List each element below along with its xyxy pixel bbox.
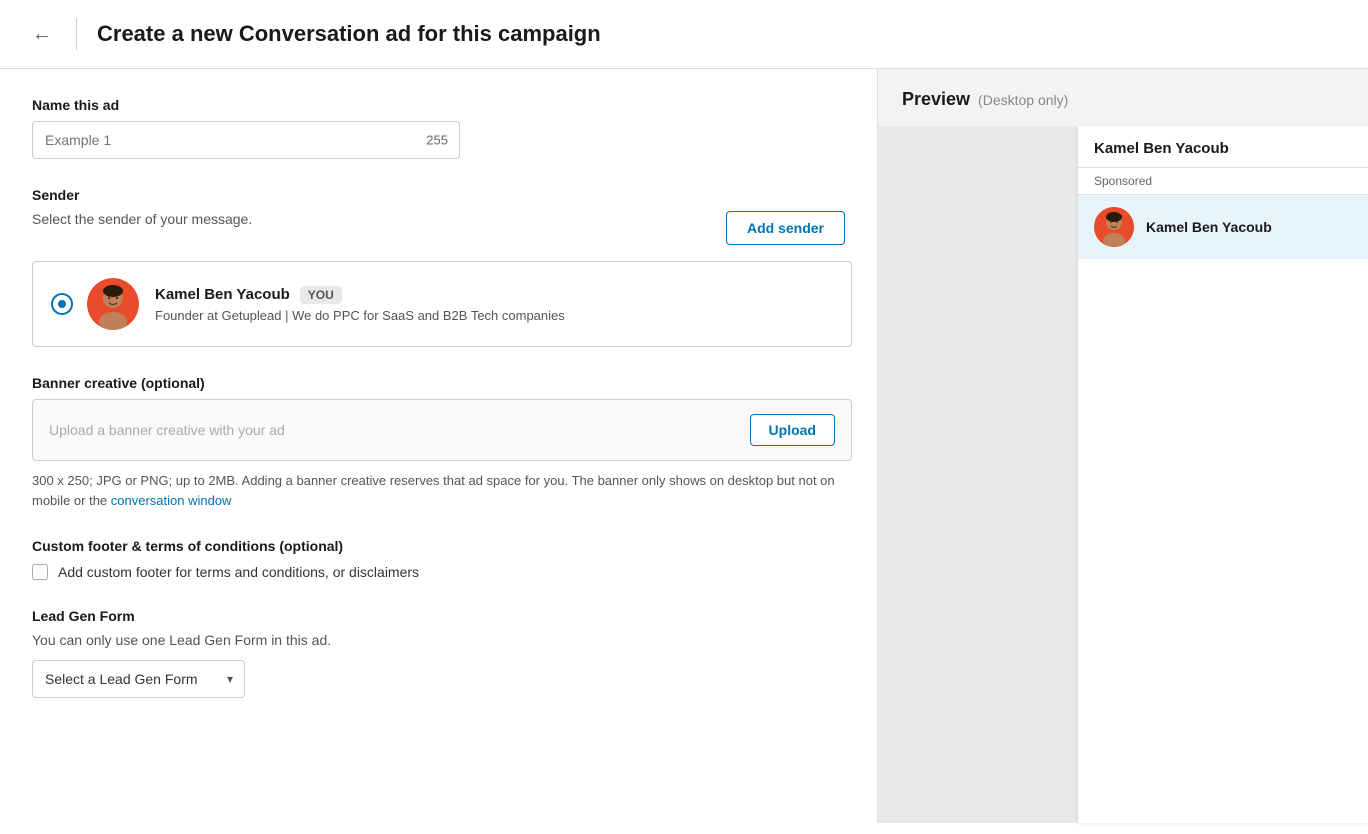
upload-box: Upload a banner creative with your ad Up… xyxy=(32,399,852,461)
lead-gen-label: Lead Gen Form xyxy=(32,608,845,624)
header: ← Create a new Conversation ad for this … xyxy=(0,0,1368,69)
sender-info: Kamel Ben Yacoub YOU Founder at Getuplea… xyxy=(155,286,831,323)
sender-name: Kamel Ben Yacoub xyxy=(155,286,290,303)
preview-sender-name: Kamel Ben Yacoub xyxy=(1146,219,1272,235)
page-title: Create a new Conversation ad for this ca… xyxy=(97,21,601,47)
upload-hint: 300 x 250; JPG or PNG; up to 2MB. Adding… xyxy=(32,471,845,510)
preview-card: Kamel Ben Yacoub Sponsored xyxy=(1078,126,1368,823)
conversation-window-link[interactable]: conversation window xyxy=(111,493,232,508)
sender-description: Select the sender of your message. xyxy=(32,211,252,227)
banner-section: Banner creative (optional) Upload a bann… xyxy=(32,375,845,510)
sender-avatar xyxy=(87,278,139,330)
sender-section: Sender Select the sender of your message… xyxy=(32,187,845,347)
sender-label: Sender xyxy=(32,187,845,203)
sender-name-row: Kamel Ben Yacoub YOU xyxy=(155,286,831,304)
name-input[interactable] xyxy=(32,121,460,159)
sender-title: Founder at Getuplead | We do PPC for Saa… xyxy=(155,308,831,323)
name-section: Name this ad 255 xyxy=(32,97,845,159)
main-layout: Name this ad 255 Sender Select the sende… xyxy=(0,69,1368,823)
preview-panel: Preview (Desktop only) Kamel Ben Yacoub … xyxy=(878,69,1368,823)
banner-label: Banner creative (optional) xyxy=(32,375,845,391)
sender-row: Select the sender of your message. Add s… xyxy=(32,211,845,245)
footer-section: Custom footer & terms of conditions (opt… xyxy=(32,538,845,580)
preview-title: Preview xyxy=(902,89,970,110)
checkbox-label: Add custom footer for terms and conditio… xyxy=(58,564,419,580)
name-label: Name this ad xyxy=(32,97,845,113)
upload-button[interactable]: Upload xyxy=(750,414,835,446)
checkbox-row: Add custom footer for terms and conditio… xyxy=(32,564,845,580)
preview-card-header: Kamel Ben Yacoub xyxy=(1078,126,1368,168)
preview-sponsored: Sponsored xyxy=(1078,168,1368,195)
preview-content: Kamel Ben Yacoub Sponsored xyxy=(878,126,1368,823)
lead-gen-description: You can only use one Lead Gen Form in th… xyxy=(32,632,845,648)
preview-subtitle: (Desktop only) xyxy=(978,92,1068,108)
char-count: 255 xyxy=(426,133,448,148)
form-panel: Name this ad 255 Sender Select the sende… xyxy=(0,69,878,823)
lead-gen-select-wrapper: Select a Lead Gen Form ▾ xyxy=(32,660,245,698)
preview-avatar xyxy=(1094,207,1134,247)
footer-checkbox[interactable] xyxy=(32,564,48,580)
name-input-wrapper: 255 xyxy=(32,121,460,159)
back-button[interactable]: ← xyxy=(24,19,60,50)
lead-gen-select[interactable]: Select a Lead Gen Form xyxy=(32,660,245,698)
radio-selected[interactable] xyxy=(53,295,71,313)
add-sender-button[interactable]: Add sender xyxy=(726,211,845,245)
header-divider xyxy=(76,18,77,50)
footer-label: Custom footer & terms of conditions (opt… xyxy=(32,538,845,554)
upload-placeholder: Upload a banner creative with your ad xyxy=(49,422,285,438)
preview-header: Preview (Desktop only) xyxy=(878,69,1368,126)
you-badge: YOU xyxy=(300,286,342,304)
preview-sender-row: Kamel Ben Yacoub xyxy=(1078,195,1368,259)
sender-card: Kamel Ben Yacoub YOU Founder at Getuplea… xyxy=(32,261,852,347)
lead-gen-section: Lead Gen Form You can only use one Lead … xyxy=(32,608,845,698)
